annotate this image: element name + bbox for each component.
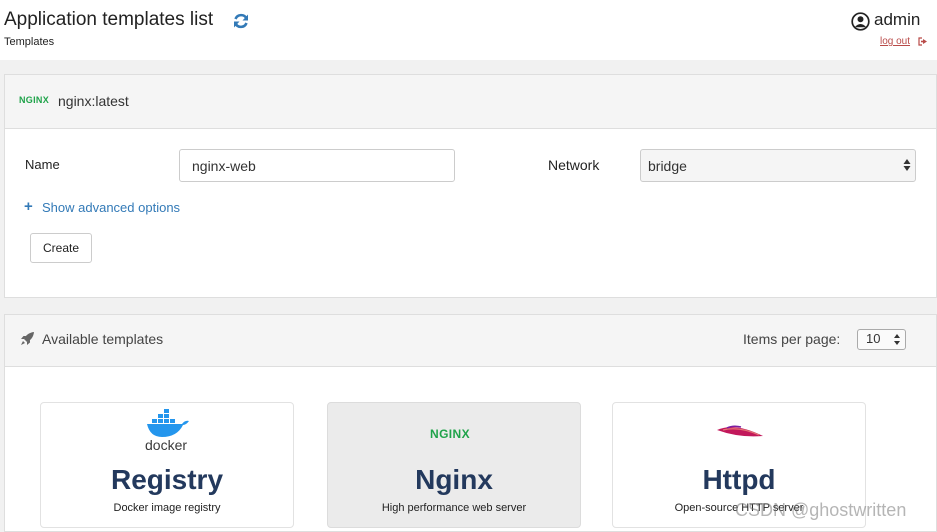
name-input[interactable] [179,149,455,182]
card-title: Registry [110,464,224,495]
username: admin [874,10,921,29]
items-per-page-label: Items per page: [743,331,841,347]
docker-logo-icon [147,409,189,437]
card-description: Docker image registry [113,502,221,514]
show-advanced-options-link[interactable]: Show advanced options [42,200,180,215]
watermark: CSDN @ghostwritten [735,500,907,520]
card-description: High performance web server [381,502,527,514]
plus-icon[interactable]: + [24,198,33,215]
sign-out-icon[interactable] [918,37,928,46]
page-title: Application templates list [4,9,214,30]
refresh-icon[interactable] [232,12,250,30]
select-arrows-icon [894,334,900,345]
logout-link[interactable]: log out [880,36,910,47]
user-circle-icon [851,12,870,31]
nginx-logo-icon: NGINX [430,427,471,441]
card-title: Nginx [415,464,493,495]
rocket-icon [21,332,34,345]
network-select-value: bridge [648,158,687,174]
template-form-header [5,75,936,129]
create-button[interactable]: Create [30,233,92,263]
nginx-logo-icon: NGINX [19,95,50,105]
items-per-page-value: 10 [866,331,881,346]
select-arrows-icon [903,159,911,171]
available-templates-title: Available templates [42,331,164,347]
network-label: Network [548,157,600,173]
card-title: Httpd [702,464,776,495]
breadcrumb: Templates [4,36,55,48]
selected-template-title: nginx:latest [58,93,129,109]
name-label: Name [25,157,60,172]
docker-logo-text: docker [145,437,188,453]
apache-feather-icon [717,425,763,437]
